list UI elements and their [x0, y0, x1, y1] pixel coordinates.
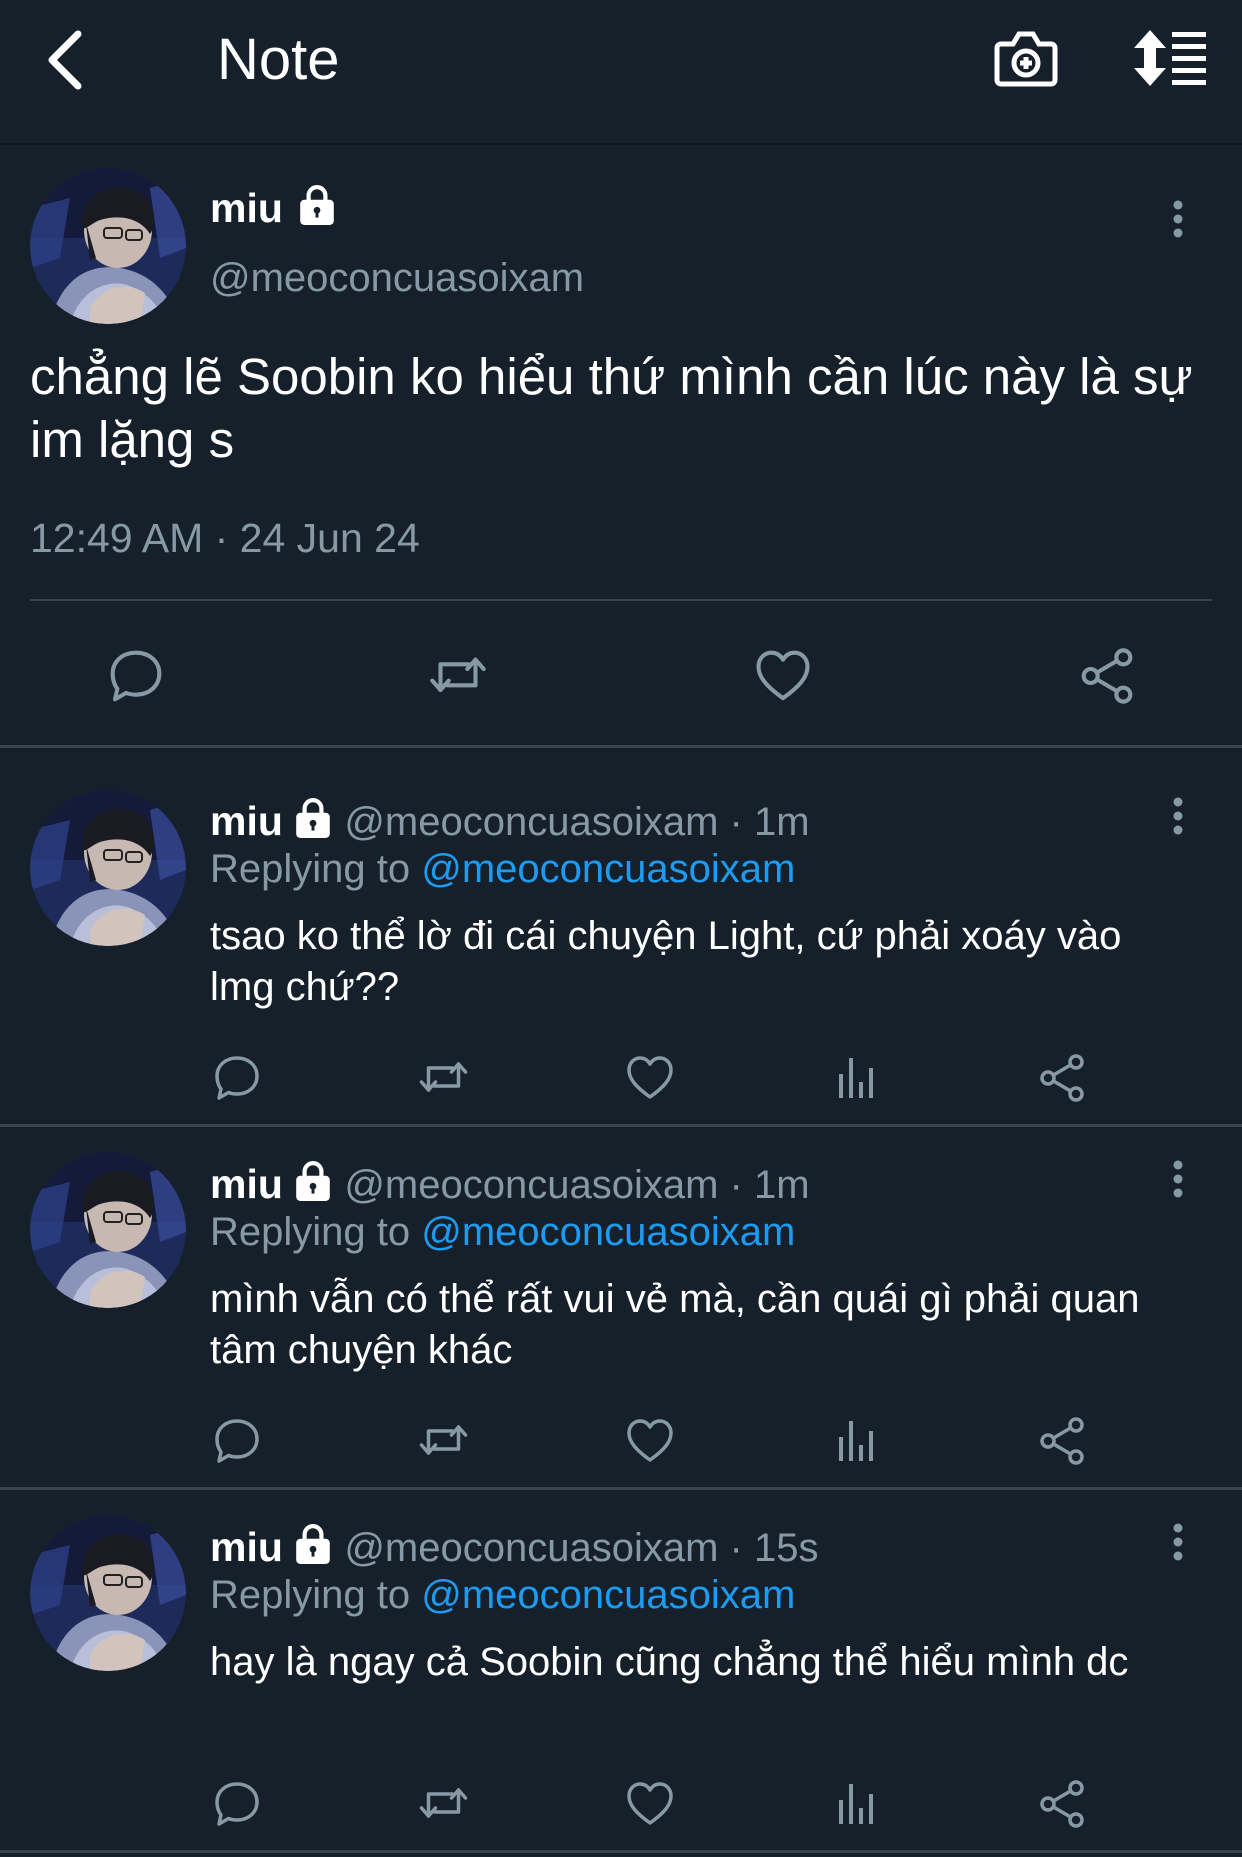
replying-to-label: Replying to	[210, 847, 422, 891]
display-name[interactable]: miu	[210, 185, 283, 231]
like-icon[interactable]	[755, 648, 811, 704]
replying-to-mention[interactable]: @meoconcuasoixam	[421, 1573, 795, 1617]
reply-text: tsao ko thể lờ đi cái chuyện Light, cứ p…	[210, 914, 1122, 1009]
separator	[0, 1487, 1242, 1490]
separator	[0, 745, 1242, 748]
avatar[interactable]	[30, 790, 186, 946]
like-icon[interactable]	[626, 1417, 674, 1465]
retweet-icon[interactable]	[424, 648, 492, 704]
retweet-icon[interactable]	[416, 1780, 471, 1828]
stats-icon[interactable]	[834, 1417, 878, 1465]
avatar[interactable]	[30, 1152, 186, 1308]
handle-time: @meoconcuasoixam · 1m	[344, 800, 810, 844]
more-options-icon[interactable]	[1170, 1159, 1186, 1199]
separator	[0, 1124, 1242, 1127]
like-icon[interactable]	[626, 1780, 674, 1828]
replying-to-label: Replying to	[210, 1573, 422, 1617]
display-name[interactable]: miu	[210, 798, 283, 844]
reply-icon[interactable]	[213, 1780, 261, 1828]
display-name[interactable]: miu	[210, 1524, 283, 1570]
more-options-icon[interactable]	[1170, 796, 1186, 836]
replying-to-mention[interactable]: @meoconcuasoixam	[421, 1210, 795, 1254]
share-icon[interactable]	[1038, 1417, 1086, 1465]
lock-icon	[293, 1160, 333, 1202]
lock-icon	[293, 797, 333, 839]
page-title: Note	[217, 27, 340, 92]
replying-to-label: Replying to	[210, 1210, 422, 1254]
reply-text: mình vẫn có thể rất vui vẻ mà, cần quái …	[210, 1277, 1140, 1372]
tweet-timestamp: 12:49 AM · 24 Jun 24	[30, 515, 420, 561]
handle-time: @meoconcuasoixam · 1m	[344, 1163, 810, 1207]
stats-icon[interactable]	[834, 1054, 878, 1102]
reply-text: hay là ngay cả Soobin cũng chẳng thể hiể…	[210, 1640, 1129, 1684]
sort-list-icon[interactable]	[1132, 26, 1210, 90]
avatar[interactable]	[30, 1515, 186, 1671]
share-icon[interactable]	[1079, 648, 1135, 704]
reply-icon[interactable]	[213, 1417, 261, 1465]
lock-icon	[293, 1523, 333, 1565]
separator	[0, 1850, 1242, 1853]
top-bar: Note	[0, 0, 1242, 145]
more-options-icon[interactable]	[1170, 1522, 1186, 1562]
reply-icon[interactable]	[213, 1054, 261, 1102]
like-icon[interactable]	[626, 1054, 674, 1102]
share-icon[interactable]	[1038, 1054, 1086, 1102]
camera-add-icon[interactable]	[993, 26, 1059, 90]
replying-to-mention[interactable]: @meoconcuasoixam	[421, 847, 795, 891]
lock-icon	[297, 184, 337, 226]
back-chevron-icon[interactable]	[40, 28, 90, 92]
share-icon[interactable]	[1038, 1780, 1086, 1828]
divider	[30, 599, 1212, 601]
more-options-icon[interactable]	[1170, 199, 1186, 239]
handle-time: @meoconcuasoixam · 15s	[344, 1526, 819, 1570]
tweet-text: chẳng lẽ Soobin ko hiểu thứ mình cần lúc…	[30, 348, 1193, 468]
stats-icon[interactable]	[834, 1780, 878, 1828]
retweet-icon[interactable]	[416, 1054, 471, 1102]
handle[interactable]: @meoconcuasoixam	[210, 256, 584, 301]
display-name[interactable]: miu	[210, 1161, 283, 1207]
reply-icon[interactable]	[108, 648, 164, 704]
retweet-icon[interactable]	[416, 1417, 471, 1465]
avatar[interactable]	[30, 168, 186, 324]
